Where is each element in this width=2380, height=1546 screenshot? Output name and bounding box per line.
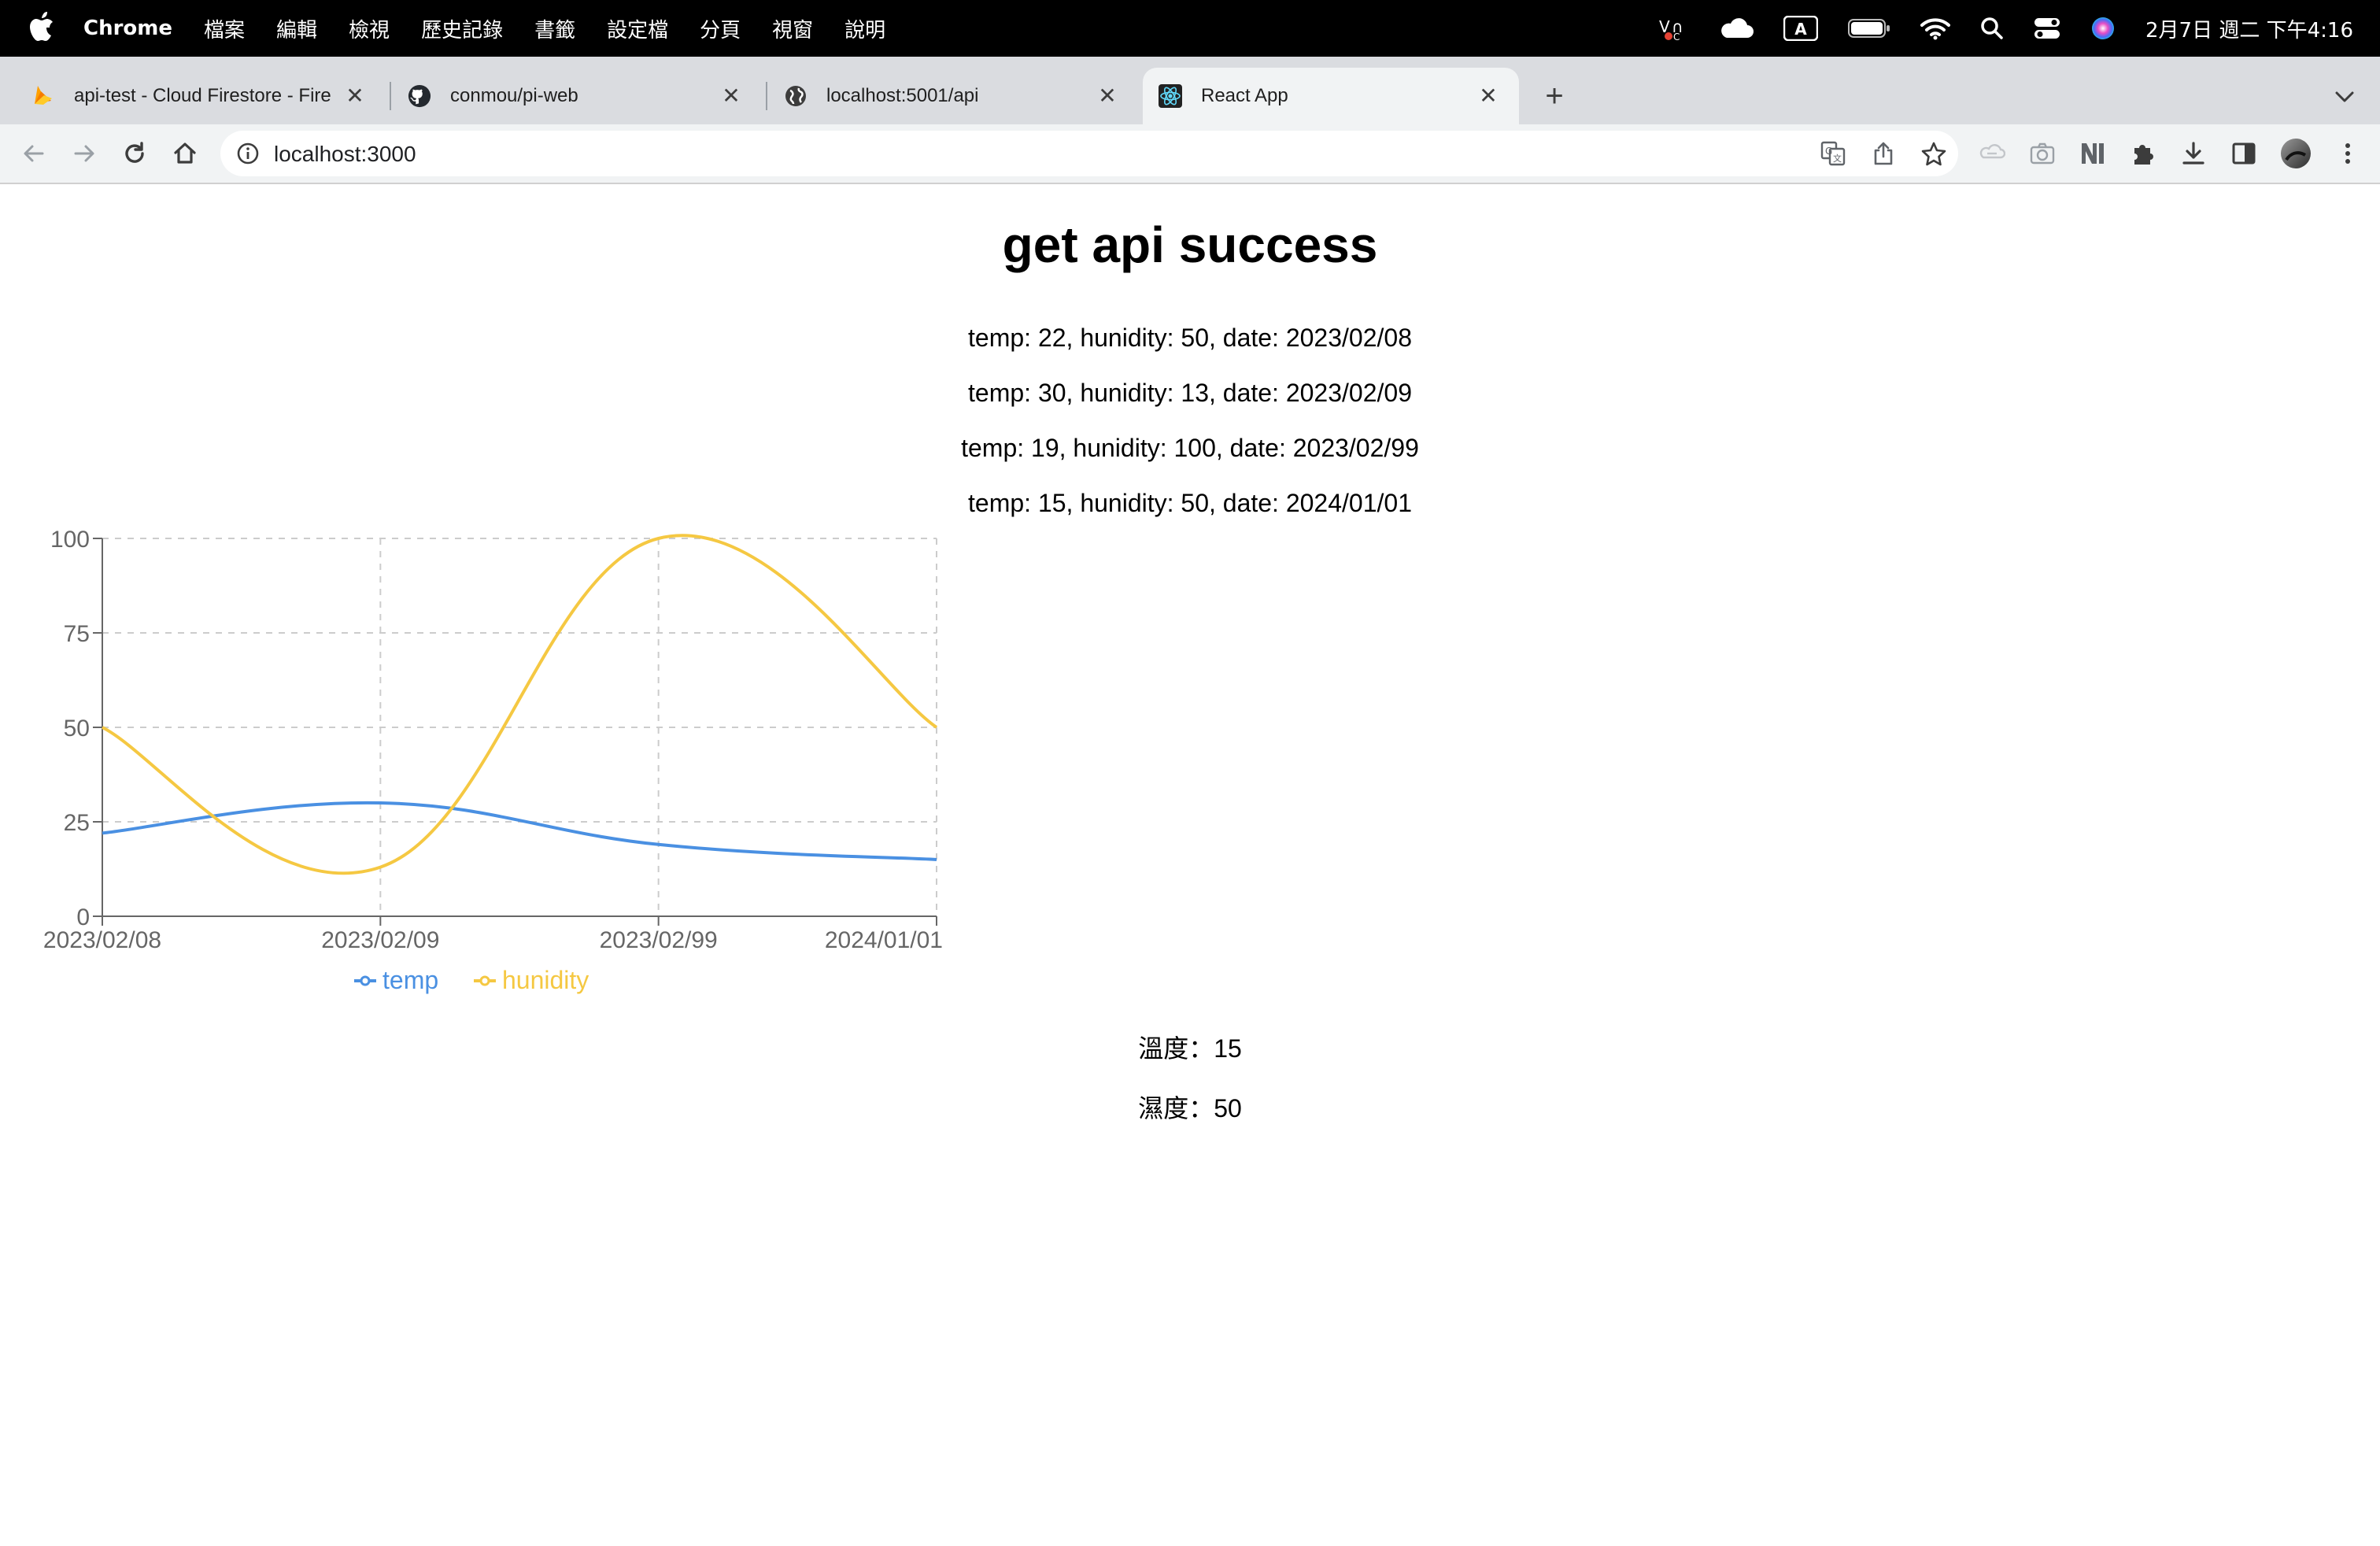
line-chart-container: 0 25 50 75 100 2023/02/08 2023/02/09 2023/02/99… — [0, 523, 976, 1026]
menubar-status-area: V ∩ C A 2月7日 週二 下午4:16 — [1658, 0, 2380, 57]
browser-toolbar: G文 — [0, 124, 2380, 184]
page-content: get api success temp: 22, hunidity: 50, … — [0, 184, 2380, 1546]
github-icon — [408, 84, 431, 108]
series-line-temp — [102, 801, 937, 861]
x-tick-label: 2023/02/08 — [43, 927, 161, 953]
y-tick-label: 25 — [64, 810, 90, 836]
x-tick-label: 2024/01/01 — [825, 927, 943, 953]
camera-icon[interactable] — [2026, 137, 2059, 170]
browser-tab-strip: api-test - Cloud Firestore - Fire ✕ conm… — [0, 57, 2380, 124]
chrome-menu-icon[interactable] — [2331, 137, 2364, 170]
menu-history[interactable]: 歷史記錄 — [421, 14, 503, 43]
legend-label-temp: temp — [382, 966, 438, 994]
page-title: get api success — [1002, 216, 1378, 273]
close-tab-icon[interactable]: ✕ — [1476, 83, 1500, 108]
firebase-icon — [31, 84, 55, 108]
apple-logo-icon[interactable] — [28, 11, 55, 43]
input-method-icon[interactable]: A — [1783, 16, 1818, 41]
record-item: temp: 30, hunidity: 13, date: 2023/02/09 — [968, 379, 1412, 407]
arrow-right-icon — [74, 145, 94, 162]
back-button[interactable] — [17, 137, 50, 170]
menu-file[interactable]: 檔案 — [204, 14, 245, 43]
spotlight-search-icon[interactable] — [1980, 17, 2004, 40]
menu-view[interactable]: 檢視 — [349, 14, 390, 43]
url-input[interactable] — [272, 137, 1850, 172]
battery-icon[interactable] — [1848, 17, 1890, 39]
app-menus: Chrome 檔案 編輯 檢視 歷史記錄 書籤 設定檔 分頁 視窗 說明 — [83, 0, 917, 57]
new-tab-button[interactable]: + — [1539, 80, 1570, 112]
menu-profiles[interactable]: 設定檔 — [607, 14, 668, 43]
reload-button[interactable] — [118, 137, 151, 170]
menu-app-name[interactable]: Chrome — [83, 17, 172, 40]
reload-icon — [125, 142, 144, 163]
forward-button[interactable] — [68, 137, 101, 170]
menu-edit[interactable]: 編輯 — [276, 14, 317, 43]
extension-n-icon[interactable] — [2076, 137, 2109, 170]
record-list: temp: 22, hunidity: 50, date: 2023/02/08… — [0, 310, 2380, 531]
x-tick-label: 2023/02/09 — [321, 927, 439, 953]
cloud-icon[interactable] — [1719, 17, 1754, 39]
tab-github[interactable]: conmou/pi-web ✕ — [376, 68, 762, 124]
home-icon — [174, 142, 196, 164]
x-tick-label: 2023/02/99 — [600, 927, 718, 953]
address-bar[interactable]: G文 — [220, 131, 1958, 176]
wifi-icon[interactable] — [1920, 17, 1950, 40]
tab-title: api-test - Cloud Firestore - Fire — [74, 85, 331, 106]
tab-title: React App — [1201, 85, 1288, 106]
svg-text:文: 文 — [1833, 153, 1842, 164]
y-tick-label: 100 — [50, 527, 90, 553]
line-chart: 02550751002023/02/08 2023/02/09 2023/02/99… — [43, 527, 943, 994]
extension-cloud-icon[interactable] — [1975, 137, 2009, 170]
input-method-label: A — [1794, 20, 1807, 39]
menu-bookmarks[interactable]: 書籤 — [534, 14, 575, 43]
current-readings: 溫度：15 濕度：50 — [0, 1019, 2380, 1138]
download-icon[interactable] — [2177, 137, 2210, 170]
menubar-clock[interactable]: 2月7日 週二 下午4:16 — [2145, 14, 2353, 43]
y-tick-label: 50 — [64, 716, 90, 742]
svg-text:G: G — [1825, 146, 1832, 157]
arrow-left-icon — [24, 145, 44, 162]
close-tab-icon[interactable]: ✕ — [343, 83, 367, 108]
home-button[interactable] — [168, 137, 201, 170]
y-tick-label: 75 — [64, 621, 90, 647]
current-humidity: 濕度：50 — [1138, 1094, 1242, 1123]
current-temperature: 溫度：15 — [1138, 1034, 1242, 1063]
tab-localhost-api[interactable]: localhost:5001/api ✕ — [752, 68, 1138, 124]
share-icon[interactable] — [1870, 140, 1897, 167]
profile-avatar[interactable] — [2279, 137, 2312, 170]
tab-firestore[interactable]: api-test - Cloud Firestore - Fire ✕ — [0, 68, 386, 124]
menu-window[interactable]: 視窗 — [772, 14, 813, 43]
menu-help[interactable]: 說明 — [844, 14, 885, 43]
site-info-icon[interactable] — [236, 142, 260, 165]
tab-title: conmou/pi-web — [450, 85, 578, 106]
control-center-icon[interactable] — [2034, 17, 2060, 40]
globe-icon — [784, 84, 808, 108]
close-tab-icon[interactable]: ✕ — [719, 83, 743, 108]
legend-marker-hunidity — [479, 975, 490, 986]
react-icon — [1159, 84, 1182, 108]
legend-label-hunidity: hunidity — [502, 966, 589, 994]
side-panel-icon[interactable] — [2227, 137, 2260, 170]
tab-title: localhost:5001/api — [826, 85, 979, 106]
legend-marker-temp — [360, 975, 371, 986]
extensions-puzzle-icon[interactable] — [2127, 137, 2160, 170]
vpn-icon[interactable]: V ∩ C — [1658, 15, 1689, 42]
record-item: temp: 19, hunidity: 100, date: 2023/02/9… — [961, 434, 1419, 462]
translate-icon[interactable]: G文 — [1820, 140, 1846, 167]
siri-icon[interactable] — [2090, 16, 2116, 41]
tab-search-chevron-icon[interactable] — [2331, 83, 2358, 110]
tab-react-app[interactable]: React App ✕ — [1143, 68, 1519, 124]
menu-tab[interactable]: 分頁 — [700, 14, 741, 43]
macos-menubar: Chrome 檔案 編輯 檢視 歷史記錄 書籤 設定檔 分頁 視窗 說明 V ∩ C… — [0, 0, 2380, 57]
svg-text:C: C — [1673, 31, 1680, 42]
close-tab-icon[interactable]: ✕ — [1096, 83, 1119, 108]
record-item: temp: 22, hunidity: 50, date: 2023/02/08 — [968, 324, 1412, 352]
bookmark-star-icon[interactable] — [1920, 140, 1947, 167]
